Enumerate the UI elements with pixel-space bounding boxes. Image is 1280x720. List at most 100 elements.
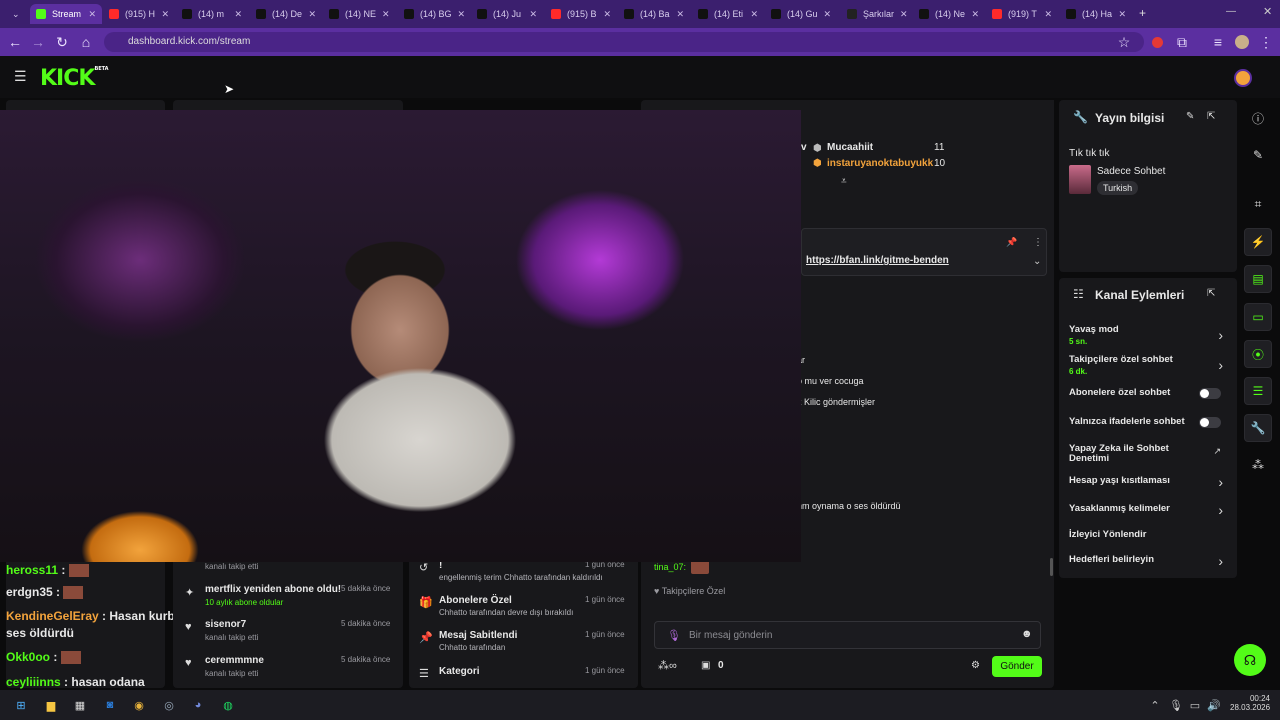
chevron-right-icon[interactable]: › [1218,327,1223,343]
channel-action-item[interactable]: Hesap yaşı kısıtlaması › [1059,474,1237,502]
browser-tab[interactable]: (14) Eti ✕ [692,4,764,24]
tab-close-icon[interactable]: ✕ [234,9,242,20]
extension-icon[interactable] [1152,37,1163,48]
tab-close-icon[interactable]: ✕ [88,9,96,20]
profile-avatar[interactable] [1235,35,1249,49]
chat-bubble-icon[interactable]: ▭ [1244,303,1272,331]
kick-logo[interactable]: KICKBETA [40,66,109,91]
apps-icon[interactable]: ⁂ [1244,451,1272,479]
chevron-right-icon[interactable]: › [1218,474,1223,490]
chat-username[interactable]: Okk0oo [6,650,50,664]
url-field[interactable]: dashboard.kick.com/stream [104,32,1144,52]
network-icon[interactable]: ▭ [1186,696,1204,714]
discord-icon[interactable]: ◕ [189,696,207,714]
volume-icon[interactable]: 🔊 [1205,696,1223,714]
tab-close-icon[interactable]: ✕ [971,9,979,20]
media-icon[interactable]: ≡ [1210,34,1226,50]
browser-tab[interactable]: (919) T ✕ [986,4,1058,24]
edit-pen-icon[interactable]: ✎ [1244,141,1272,169]
chat-username[interactable]: erdgn35 [6,585,53,599]
settings-gear-icon[interactable]: ⚙ [971,660,980,671]
browser-tab[interactable]: (14) Ju ✕ [471,4,543,24]
more-options-icon[interactable]: ⋮ [1033,237,1043,248]
bookmark-star-icon[interactable]: ☆ [1116,34,1132,51]
channel-action-item[interactable]: Yalnızca ifadelerle sohbet [1059,417,1237,443]
leaderboard-user-2[interactable]: instaruyanoktabuyukk [827,158,933,169]
tab-close-icon[interactable]: ✕ [161,9,169,20]
layout-icon[interactable]: ☰ [1244,377,1272,405]
chat-input[interactable]: 🎙 Bir mesaj gönderin ☻ [654,621,1041,649]
minimize-icon[interactable]: — [1226,6,1236,17]
browser-tab[interactable]: (14) De ✕ [250,4,322,24]
notes-icon[interactable]: ▤ [1244,265,1272,293]
channel-action-item[interactable]: Abonelere özel sohbet [1059,388,1237,414]
focus-icon[interactable]: ⌗ [1244,190,1272,218]
windows-start-icon[interactable]: ⊞ [12,696,30,714]
toggle-switch[interactable] [1199,388,1221,399]
tab-close-icon[interactable]: ✕ [1118,9,1126,20]
tray-chevron-icon[interactable]: ⌃ [1146,696,1164,714]
leaderboard-user-1[interactable]: Mucaahiit [827,142,873,153]
steam-icon[interactable]: ◎ [160,696,178,714]
browser-tab[interactable]: (14) Ha ✕ [1060,4,1132,24]
extensions-puzzle-icon[interactable]: ⧉ [1174,34,1190,51]
tab-list-button[interactable]: ⌄ [6,4,22,24]
stream-category[interactable]: Sadece Sohbet [1097,166,1165,177]
user-avatar[interactable] [1234,69,1252,87]
tab-close-icon[interactable]: ✕ [900,9,908,20]
lightning-icon[interactable]: ⚡ [1244,228,1272,256]
tab-close-icon[interactable]: ✕ [750,9,758,20]
tools-icon[interactable]: 🔧 [1244,414,1272,442]
mic-tray-icon[interactable]: 🎙 [1167,696,1185,714]
tab-close-icon[interactable]: ✕ [603,9,611,20]
pin-icon[interactable]: 📌 [1006,237,1017,248]
chat-username[interactable]: tina_07: [654,562,686,572]
emoji-icon[interactable]: ☻ [1021,628,1033,640]
chat-username[interactable]: ceyliiinns [6,675,61,689]
chrome-icon[interactable]: ◉ [130,696,148,714]
tab-close-icon[interactable]: ✕ [824,9,832,20]
category-thumbnail[interactable] [1069,165,1091,194]
activity-item[interactable]: ♥ ceremmmne kanalı takip etti 5 dakika önce [173,655,403,685]
mod-log-item[interactable]: 🎁 Abonelere Özel Chhatto tarafından devre … [409,595,638,625]
channel-action-item[interactable]: Takipçilere özel sohbet 6 dk. › [1059,355,1237,381]
browser-tab[interactable]: (14) NE ✕ [323,4,395,24]
scrollbar[interactable] [1050,558,1053,576]
activity-item[interactable]: ♥ sisenor7 kanalı takip etti 5 dakika önce [173,619,403,649]
activity-item[interactable]: ✦ mertflix yeniden abone oldu! 10 aylık ab… [173,584,403,614]
browser-tab[interactable]: (915) H ✕ [103,4,175,24]
calculator-icon[interactable]: ▦ [71,696,89,714]
channel-action-item[interactable]: Yasaklanmış kelimeler › [1059,502,1237,530]
tab-close-icon[interactable]: ✕ [308,9,316,20]
channel-action-item[interactable]: Yapay Zeka ile Sohbet Denetimi ↗ [1059,444,1237,470]
chat-username[interactable]: heross11 [6,563,58,577]
hamburger-menu-icon[interactable]: ☰ [14,68,27,85]
file-explorer-icon[interactable]: ▆ [42,696,60,714]
browser-tab[interactable]: (14) Ne ✕ [913,4,985,24]
new-tab-icon[interactable]: + [1139,6,1146,20]
forward-icon[interactable]: → [30,34,46,50]
clock[interactable]: 00:24 28.03.2026 [1230,694,1270,712]
reload-icon[interactable]: ↻ [54,34,70,51]
browser-tab[interactable]: (14) m ✕ [176,4,248,24]
tab-close-icon[interactable]: ✕ [382,9,390,20]
collapse-icon[interactable]: ⩡ [841,176,847,187]
info-icon[interactable]: ⓘ [1244,104,1272,132]
send-button[interactable]: Gönder [992,656,1042,677]
pinned-link[interactable]: https://bfan.link/gitme-benden [806,255,949,266]
mic-icon[interactable]: 🎙 [667,629,681,642]
external-link-icon[interactable]: ↗ [1213,446,1221,457]
channel-action-item[interactable]: İzleyici Yönlendir [1059,530,1237,556]
spotify-icon[interactable]: ◍ [219,696,237,714]
store-icon[interactable]: ▣ [701,660,710,671]
chevron-right-icon[interactable]: › [1218,502,1223,518]
browser-tab[interactable]: (14) BG ✕ [398,4,470,24]
tab-close-icon[interactable]: ✕ [458,9,466,20]
menu-dots-icon[interactable]: ⋮ [1258,34,1274,51]
tab-close-icon[interactable]: ✕ [1044,9,1052,20]
channel-action-item[interactable]: Yavaş mod 5 sn. › [1059,325,1237,351]
mod-log-item[interactable]: 📌 Mesaj Sabitlendi Chhatto tarafından 1 gün… [409,630,638,660]
support-headset-icon[interactable]: ☊ [1234,644,1266,676]
tab-close-icon[interactable]: ✕ [676,9,684,20]
popout-icon[interactable]: ⇱ [1207,288,1215,299]
